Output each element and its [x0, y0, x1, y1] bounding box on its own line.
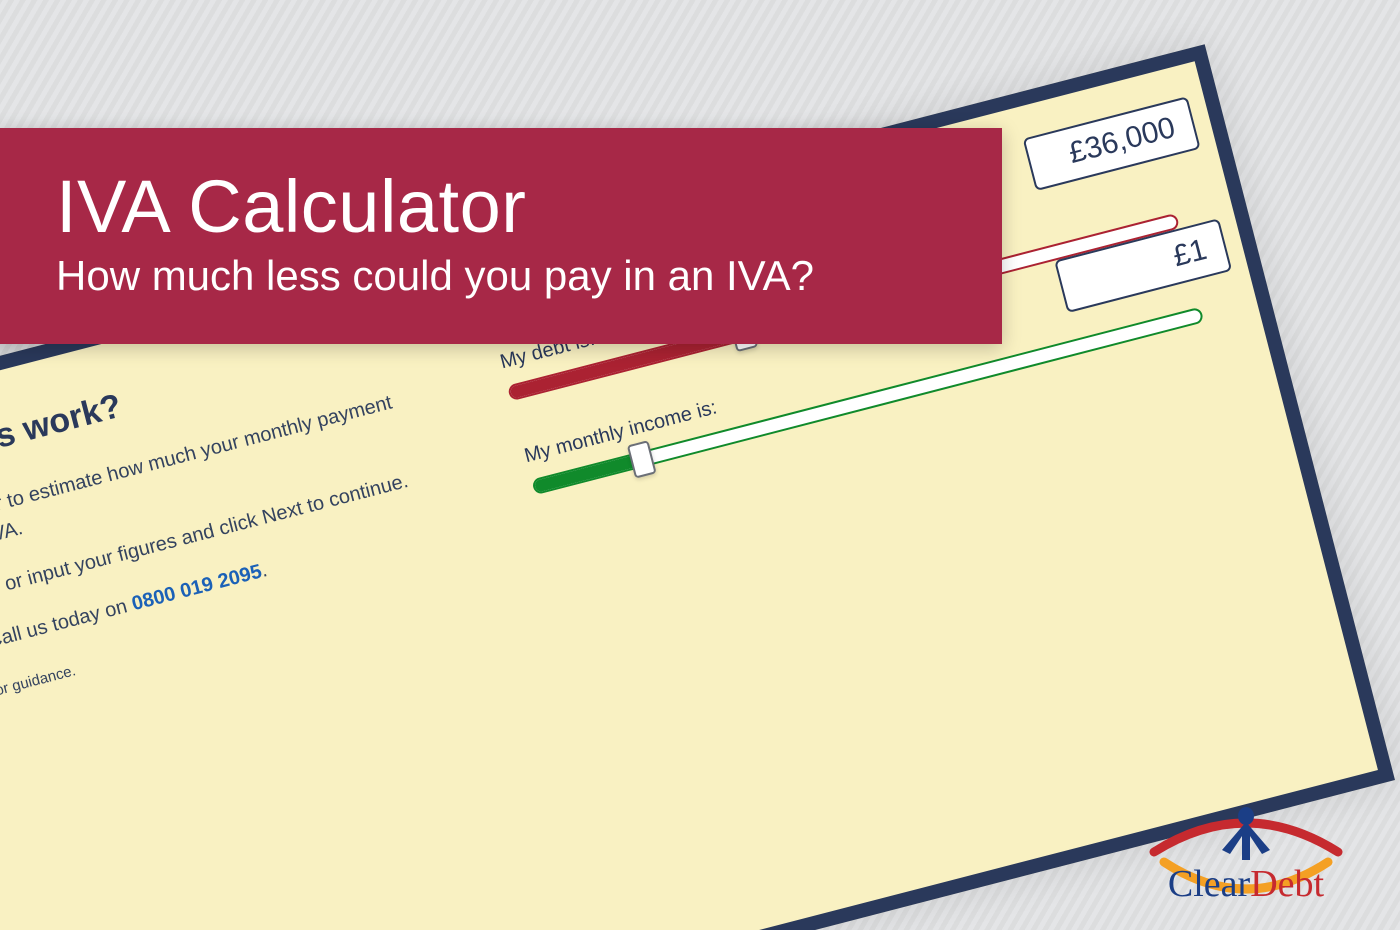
how-it-works-column: How does this work? Use our IVA Calculat… — [0, 305, 577, 930]
banner-title: IVA Calculator — [56, 168, 946, 246]
debt-value-box[interactable]: £36,000 — [1023, 96, 1201, 191]
logo-word-debt: Debt — [1250, 863, 1324, 905]
svg-text:ClearDebt: ClearDebt — [1168, 863, 1325, 905]
cleardebt-logo: ClearDebt — [1136, 796, 1356, 906]
banner-subtitle: How much less could you pay in an IVA? — [56, 252, 946, 300]
logo-word-clear: Clear — [1168, 863, 1251, 905]
title-banner: IVA Calculator How much less could you p… — [0, 128, 1002, 344]
phone-number[interactable]: 0800 019 2095 — [130, 561, 265, 616]
income-slider-thumb[interactable] — [626, 440, 656, 478]
logo-icon: ClearDebt — [1136, 796, 1356, 906]
